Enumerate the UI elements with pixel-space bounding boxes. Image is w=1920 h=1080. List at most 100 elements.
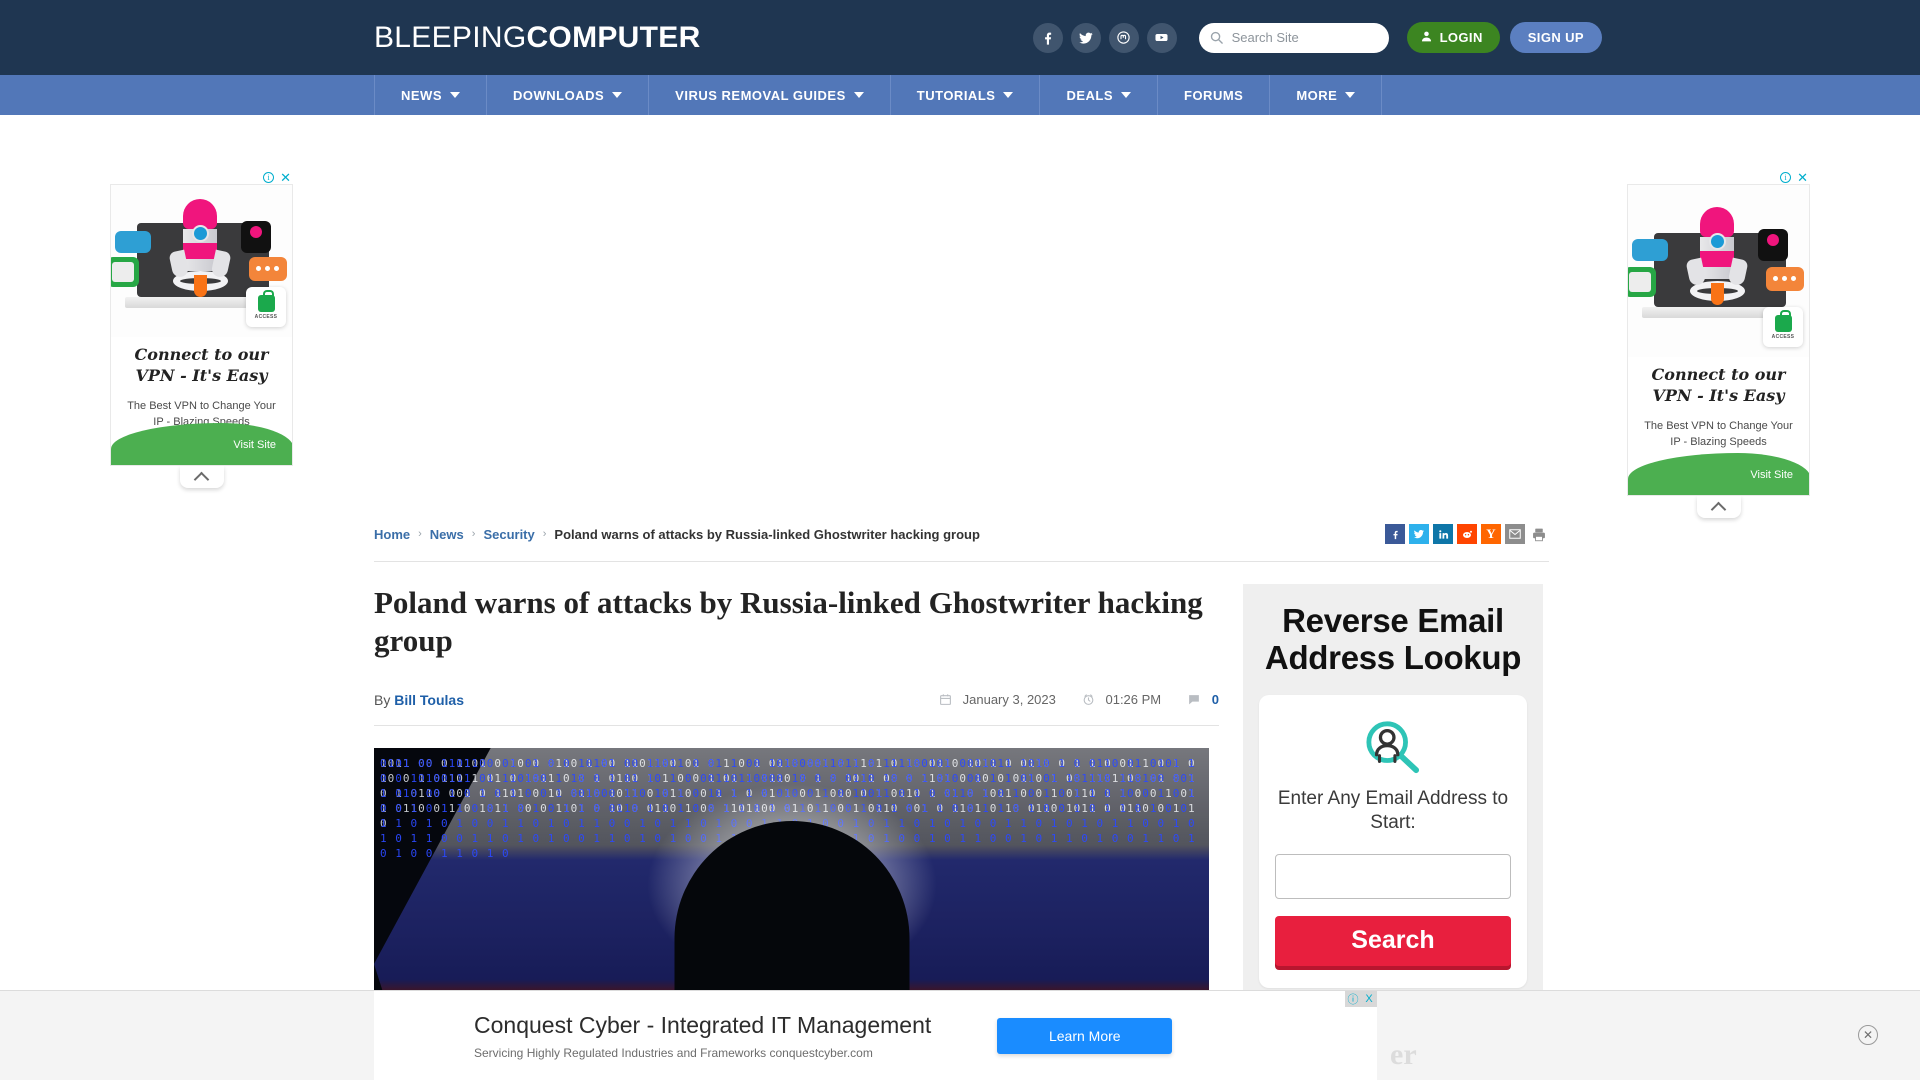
chevron-up-icon: [1710, 501, 1727, 517]
share-facebook-icon[interactable]: [1385, 524, 1405, 544]
sticky-ad-cta-button[interactable]: Learn More: [997, 1018, 1173, 1054]
twitter-icon[interactable]: [1070, 22, 1101, 53]
social-links: [1032, 22, 1177, 53]
login-button[interactable]: LOGIN: [1406, 22, 1500, 53]
author-link[interactable]: Bill Toulas: [394, 692, 464, 708]
breadcrumb-home[interactable]: Home: [374, 527, 410, 542]
chevron-down-icon: [1003, 92, 1014, 98]
signup-button[interactable]: SIGN UP: [1509, 22, 1602, 53]
breadcrumb-current: Poland warns of attacks by Russia-linked…: [554, 526, 980, 542]
share-print-icon[interactable]: [1529, 524, 1549, 544]
left-vpn-ad[interactable]: ACCESS Connect to our VPN - It's Easy Th…: [110, 184, 293, 466]
sticky-ad-content: Conquest Cyber - Integrated IT Managemen…: [374, 991, 1377, 1080]
nav-label: FORUMS: [1184, 87, 1244, 103]
breadcrumb: Home › News › Security › Poland warns of…: [374, 527, 980, 542]
nav-item-forums[interactable]: FORUMS: [1158, 75, 1271, 115]
breadcrumb-separator: ›: [542, 528, 547, 540]
page-title: Poland warns of attacks by Russia-linked…: [374, 585, 1203, 658]
share-reddit-icon[interactable]: [1457, 524, 1477, 544]
right-ad-headline-line1: Connect to our: [1651, 365, 1786, 384]
chevron-down-icon: [1121, 92, 1131, 98]
photo-chip-icon: [111, 257, 139, 287]
contact-chip-icon: [241, 221, 271, 253]
rating-chip-icon: [1632, 239, 1668, 261]
publish-date-value: January 3, 2023: [962, 692, 1056, 708]
private-internet-access-logo: ACCESS: [1763, 307, 1803, 347]
breadcrumb-security[interactable]: Security: [483, 527, 534, 542]
rocket-icon: [168, 199, 232, 297]
right-ad-collapse-button[interactable]: [1696, 496, 1741, 518]
private-internet-access-logo: ACCESS: [246, 287, 286, 327]
sticky-ad-dismiss-button[interactable]: ✕: [1858, 1025, 1878, 1045]
search-box[interactable]: [1198, 22, 1389, 53]
ad-info-icon[interactable]: i: [1780, 171, 1792, 183]
right-ad-controls: i ✕: [1627, 170, 1810, 184]
breadcrumb-separator: ›: [471, 528, 476, 540]
chevron-down-icon: [612, 92, 623, 98]
comment-count-block[interactable]: 0: [1187, 692, 1219, 707]
breadcrumb-separator: ›: [418, 528, 422, 540]
person-magnifier-icon: [1275, 715, 1511, 779]
chat-chip-icon: [1766, 267, 1804, 291]
contact-chip-icon: [1758, 229, 1788, 261]
search-input[interactable]: [1231, 30, 1377, 45]
nav-item-tutorials[interactable]: TUTORIALS: [891, 75, 1041, 115]
comment-icon: [1187, 693, 1201, 706]
left-ad-collapse-button[interactable]: [179, 466, 224, 488]
site-logo[interactable]: BLEEPINGCOMPUTER: [374, 21, 701, 55]
site-header: BLEEPINGCOMPUTER Search Site LOGIN SIGN …: [0, 0, 1920, 75]
user-icon: [1420, 30, 1433, 46]
nav-label: VIRUS REMOVAL GUIDES: [675, 87, 846, 103]
nav-item-news[interactable]: NEWS: [374, 75, 487, 115]
email-input[interactable]: [1275, 853, 1511, 899]
comment-count: 0: [1211, 692, 1219, 708]
nav-label: DEALS: [1066, 87, 1113, 103]
login-label: LOGIN: [1439, 30, 1483, 45]
leaderboard-ad-slot[interactable]: [374, 115, 1549, 520]
share-twitter-icon[interactable]: [1409, 524, 1429, 544]
share-linkedin-icon[interactable]: [1433, 524, 1453, 544]
nav-label: TUTORIALS: [916, 87, 996, 103]
search-icon: [1209, 30, 1224, 45]
rocket-icon: [1685, 207, 1749, 305]
nav-item-more[interactable]: MORE: [1270, 75, 1383, 115]
chevron-down-icon: [450, 92, 460, 98]
clock-icon: [1082, 693, 1095, 706]
widget-search-button[interactable]: Search: [1275, 915, 1511, 966]
nav-item-downloads[interactable]: DOWNLOADS: [487, 75, 650, 115]
right-ad-headline-line2: VPN - It's Easy: [1652, 385, 1785, 405]
share-email-icon[interactable]: [1505, 524, 1525, 544]
mastodon-icon[interactable]: [1108, 22, 1139, 53]
nav-item-deals[interactable]: DEALS: [1040, 75, 1158, 115]
nav-item-virus-removal-guides[interactable]: VIRUS REMOVAL GUIDES: [649, 75, 891, 115]
main-column: Home › News › Security › Poland warns of…: [374, 115, 1549, 1080]
byline-prefix: By: [374, 691, 391, 708]
vpn-ad-artwork: ACCESS: [1628, 185, 1809, 357]
background-text: er: [1390, 1038, 1417, 1071]
chat-chip-icon: [249, 257, 287, 281]
rating-chip-icon: [115, 231, 151, 253]
vpn-ad-artwork: ACCESS: [111, 185, 292, 337]
breadcrumb-news[interactable]: News: [430, 527, 464, 542]
widget-title: Reverse Email Address Lookup: [1264, 602, 1522, 677]
reverse-email-lookup-widget: Reverse Email Address Lookup Enter Any E…: [1243, 584, 1543, 1027]
photo-chip-icon: [1628, 267, 1656, 297]
right-vpn-ad[interactable]: ACCESS Connect to our VPN - It's Easy Th…: [1627, 184, 1810, 496]
ad-close-icon[interactable]: X: [1361, 991, 1377, 1007]
youtube-icon[interactable]: [1146, 22, 1177, 53]
main-navigation: NEWS DOWNLOADS VIRUS REMOVAL GUIDES TUTO…: [0, 75, 1920, 115]
left-ad-cta[interactable]: Visit Site: [233, 439, 276, 451]
ad-close-icon[interactable]: ✕: [280, 171, 291, 184]
publish-date: January 3, 2023: [939, 692, 1056, 707]
facebook-icon[interactable]: [1032, 22, 1063, 53]
article-byline: By Bill Toulas January 3, 2023 01:26 PM …: [374, 674, 1219, 726]
ad-info-icon[interactable]: i: [263, 171, 275, 183]
chevron-up-icon: [193, 471, 210, 487]
ad-info-icon[interactable]: ⓘ: [1345, 991, 1361, 1007]
right-ad-cta[interactable]: Visit Site: [1750, 469, 1793, 481]
logo-text-bold: COMPUTER: [526, 20, 701, 54]
sticky-bottom-ad[interactable]: er Conquest Cyber - Integrated IT Manage…: [0, 990, 1920, 1080]
share-hackernews-icon[interactable]: Y: [1481, 524, 1501, 544]
publish-time-value: 01:26 PM: [1105, 692, 1162, 708]
ad-close-icon[interactable]: ✕: [1797, 171, 1808, 184]
